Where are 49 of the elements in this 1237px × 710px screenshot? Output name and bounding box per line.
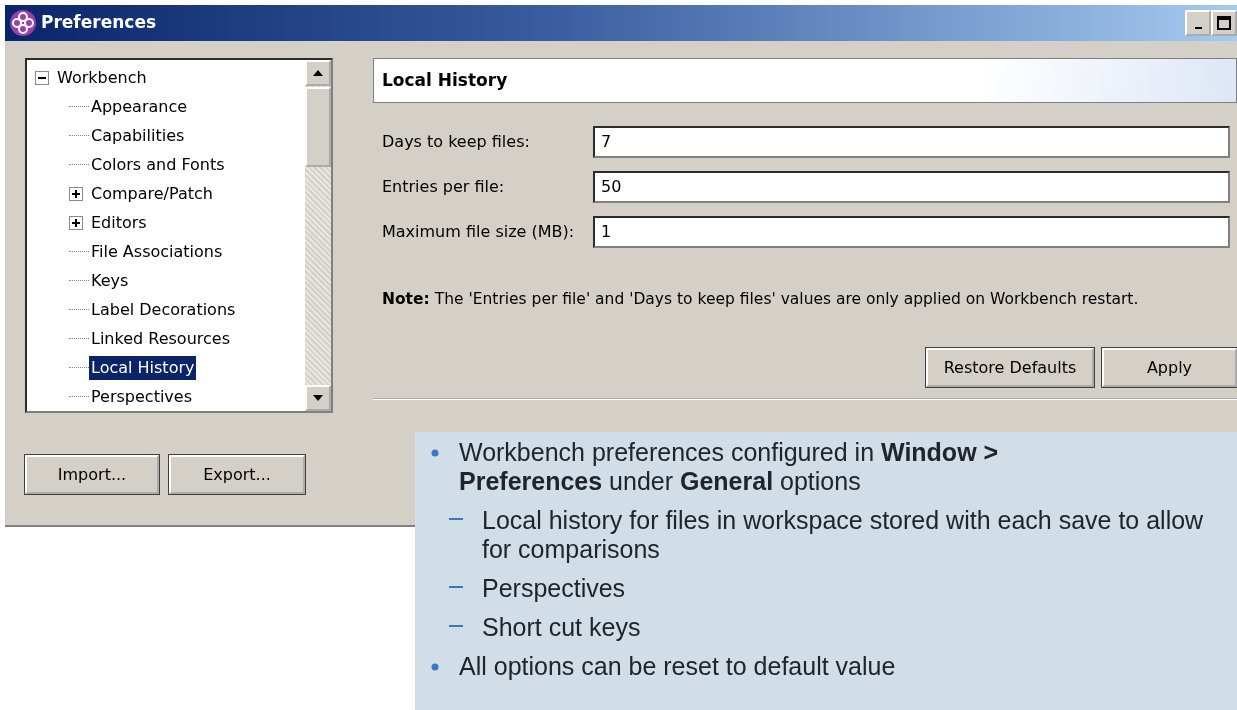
tree-item[interactable]: Perspectives: [89, 384, 194, 409]
import-button[interactable]: Import...: [25, 455, 159, 494]
tree-item[interactable]: Appearance: [89, 94, 190, 119]
dash-icon: [449, 585, 463, 588]
maximize-icon: [1217, 16, 1231, 30]
dash-icon: [449, 517, 463, 520]
input-field[interactable]: 7: [593, 125, 1230, 158]
tree-item[interactable]: File Associations: [89, 239, 225, 264]
restore-defaults-button[interactable]: Restore Defaults: [926, 348, 1094, 388]
note-text: Note: The 'Entries per file' and 'Days to keep files' values are only applied on Workbench restart.: [382, 289, 1140, 310]
tree-item[interactable]: Editors: [89, 210, 149, 235]
tree-item[interactable]: Label Decorations: [89, 297, 238, 322]
down-arrow-icon: [312, 394, 324, 402]
field-label: Entries per file:: [382, 175, 506, 198]
bullet-text: Local history for files in workspace stored with each save to allow for comparisons: [482, 506, 1205, 564]
expand-icon[interactable]: [69, 186, 83, 201]
tree-item[interactable]: Linked Resources: [89, 326, 232, 351]
minimize-icon: [1194, 27, 1202, 29]
tree-item[interactable]: Workbench: [55, 65, 149, 90]
field-label: Maximum file size (MB):: [382, 220, 576, 243]
apply-button[interactable]: Apply: [1102, 348, 1237, 388]
bullet-text: Short cut keys: [482, 613, 641, 642]
bullet-text: All options can be reset to default value: [459, 652, 896, 681]
tree-item[interactable]: Local History: [89, 355, 197, 380]
collapse-icon[interactable]: [35, 70, 49, 85]
page-title: Local History: [373, 58, 1237, 103]
bullet-icon: [431, 448, 439, 457]
scroll-up-button[interactable]: [305, 60, 331, 86]
expand-icon[interactable]: [69, 215, 83, 230]
window-title: Preferences: [41, 11, 157, 35]
tree-item[interactable]: Keys: [89, 268, 131, 293]
bullet-text: Perspectives: [482, 574, 626, 603]
scroll-down-button[interactable]: [305, 385, 331, 411]
maximize-button[interactable]: [1211, 10, 1237, 36]
input-field[interactable]: 50: [593, 170, 1230, 203]
field-label: Days to keep files:: [382, 130, 531, 153]
minimize-button[interactable]: [1185, 10, 1211, 36]
scrollbar[interactable]: [305, 60, 331, 411]
input-field[interactable]: 1: [593, 215, 1230, 248]
tree-item[interactable]: Compare/Patch: [89, 181, 215, 206]
export-button[interactable]: Export...: [169, 455, 305, 494]
tree-item[interactable]: Capabilities: [89, 123, 187, 148]
bullet-icon: [431, 662, 439, 671]
up-arrow-icon: [312, 69, 324, 77]
tree-item[interactable]: Colors and Fonts: [89, 152, 227, 177]
bullet-text: Workbench preferences configured in Window > Preferences under General options: [459, 438, 1000, 496]
dash-icon: [449, 624, 463, 627]
app-icon: [9, 9, 37, 37]
scroll-thumb[interactable]: [305, 87, 331, 167]
